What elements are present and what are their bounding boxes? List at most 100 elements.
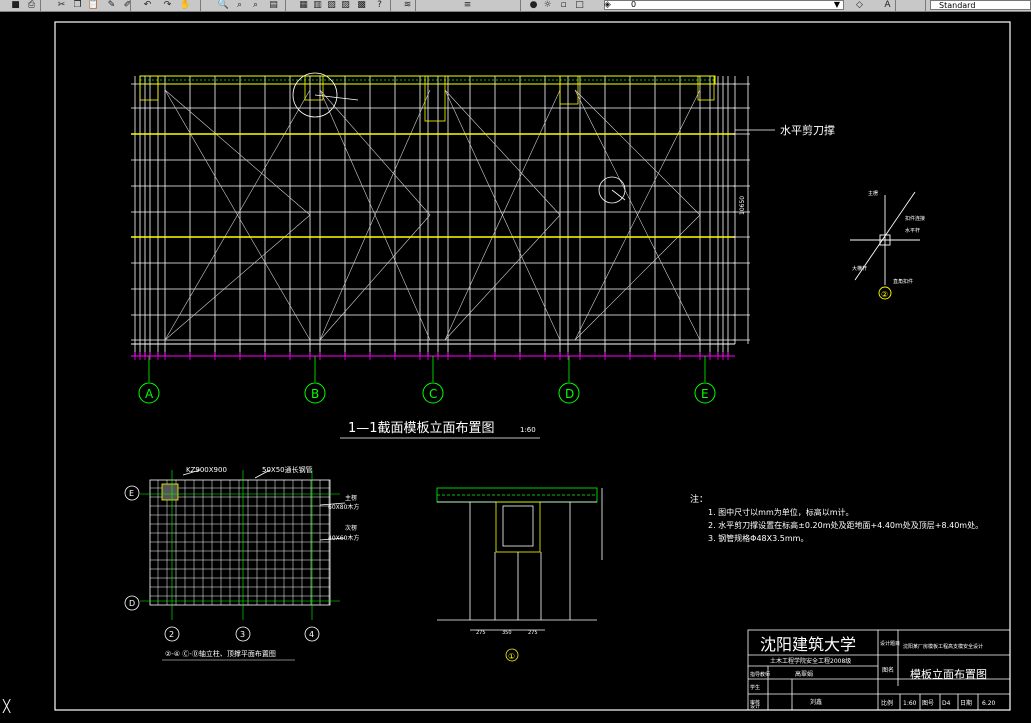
ucs-icon: ╳ — [3, 699, 11, 713]
axis-label: D — [565, 387, 574, 401]
plan-axis-label: E — [129, 489, 134, 498]
toolbar-separator — [520, 0, 521, 11]
toolbar-separator — [415, 0, 416, 11]
section-dim-text: 275 — [476, 630, 486, 636]
plan-column-label: KZ900X900 — [186, 466, 227, 474]
toolbar-separator — [390, 0, 391, 11]
row-label: 指导教师 — [750, 671, 770, 678]
plan-main-label: 主楞 — [345, 494, 357, 502]
text-style-icon[interactable]: A — [880, 0, 895, 11]
cut-icon[interactable]: ✂ — [54, 0, 69, 11]
zoom-previous-icon[interactable]: ⌕ — [248, 0, 263, 11]
section-dim-text: 275 — [528, 630, 538, 636]
vertical-dimension-text: 10650 — [739, 196, 746, 215]
sheet-info-cell: 日期 — [960, 699, 972, 707]
match-prop-icon[interactable]: ✎ — [104, 0, 119, 11]
axis-label: C — [429, 387, 437, 401]
school-name: 沈阳建筑大学 — [760, 635, 856, 654]
detail-2-label: 水平杆 — [905, 227, 920, 234]
plan-drawing — [140, 469, 346, 620]
zoom-realtime-icon[interactable]: 🔍 — [216, 0, 231, 11]
plot-icon[interactable]: ⎙ — [24, 0, 39, 11]
toolbar-separator — [40, 0, 41, 11]
diagonal-braces — [164, 89, 701, 341]
plan-axis-label: 4 — [309, 630, 314, 639]
plan-sec-label: 次楞 — [345, 524, 357, 532]
tool-palette-icon[interactable]: ▥ — [310, 0, 325, 11]
layer-dropdown[interactable]: 0 ▼ — [604, 0, 844, 10]
scaffold-poles — [134, 76, 729, 356]
toolbar-separator — [285, 0, 286, 11]
elevation-drawing — [131, 72, 775, 360]
toolbar-separator — [130, 0, 131, 11]
sheet-info-cell: 6.20 — [982, 700, 996, 707]
properties-icon[interactable]: ▤ — [266, 0, 281, 11]
elevation-title: 1—1截面模板立面布置图 — [348, 421, 495, 436]
detail-2-label: 大横杆 — [852, 265, 867, 272]
plan-axis-markers: E D 2 3 4 — [124, 485, 320, 642]
design-center-icon[interactable]: ▦ — [296, 0, 311, 11]
teacher-name: 高翠娟 — [795, 670, 813, 678]
horizontal-brace-label: 水平剪刀撑 — [780, 123, 835, 137]
detail-1-circle-label: ① — [508, 652, 515, 661]
layer-state-icon[interactable]: ≡ — [460, 0, 475, 11]
detail-2-labels: 主楞扣件连接水平杆大横杆直角扣件 — [852, 190, 925, 285]
pan-icon[interactable]: ✋ — [178, 0, 193, 11]
section-detail-1 — [436, 487, 603, 662]
undo-icon[interactable]: ↶ — [140, 0, 155, 11]
chevron-down-icon[interactable]: ▼ — [834, 0, 840, 10]
sheet-set-icon[interactable]: ▧ — [324, 0, 339, 11]
toolbar-separator — [895, 0, 896, 11]
brush-icon[interactable]: ✐ — [120, 0, 135, 11]
scaffold-ledgers — [131, 83, 735, 341]
note-line: 2. 水平剪刀撑设置在标高±0.20m处及距地面+4.40m处及顶层+8.40m… — [708, 520, 983, 530]
zoom-window-icon[interactable]: ⌕ — [232, 0, 247, 11]
notes-title: 注： — [690, 493, 708, 505]
detail-2-circle-label: ② — [881, 290, 888, 299]
row-label: 学生 — [750, 684, 760, 691]
student-name: 刘鑫 — [810, 698, 822, 706]
lock-icon[interactable]: ▫ — [556, 0, 571, 11]
note-line: 1. 图中尺寸以mm为单位，标高以m计。 — [708, 507, 854, 517]
calc-icon[interactable]: ▩ — [354, 0, 369, 11]
sheet-info-cell: 比例 — [881, 699, 893, 707]
text-style-value: Standard — [939, 1, 976, 10]
axis-label: E — [701, 387, 709, 401]
plan-sec-size: 40X60木方 — [328, 534, 359, 542]
save-icon[interactable]: ■ — [8, 0, 23, 11]
sheet-info-cell: 1:60 — [903, 700, 917, 707]
layer-dropdown-value: 0 — [631, 0, 637, 9]
bulb-icon[interactable]: ● — [526, 0, 541, 11]
plan-axis-label: 2 — [169, 630, 174, 639]
sun-icon[interactable]: ☼ — [540, 0, 555, 11]
sheet-info-cell: D4 — [942, 700, 951, 707]
sheet-info-cell: 图号 — [922, 700, 934, 707]
layer-next-icon[interactable]: ◇ — [852, 0, 867, 11]
toolbar-separator — [200, 0, 201, 11]
plan-beam-label: 50X50通长钢管 — [262, 465, 313, 474]
paste-icon[interactable]: 📋 — [86, 0, 101, 11]
plan-axis-label: D — [129, 599, 135, 608]
text-style-dropdown[interactable]: Standard — [930, 0, 1031, 10]
section-bottom-dims: 275 350 275 — [476, 630, 538, 636]
markup-icon[interactable]: ▨ — [338, 0, 353, 11]
section-dim-text: 350 — [502, 630, 512, 636]
copy-icon[interactable]: ❐ — [70, 0, 85, 11]
detail-2-label: 扣件连接 — [905, 215, 925, 222]
sheet-border — [54, 21, 1011, 711]
help-icon[interactable]: ? — [372, 0, 387, 11]
plan-main-size: 60X80木方 — [328, 503, 359, 511]
designer-label: 设计题目 — [880, 640, 900, 647]
drawing-label: 图名 — [882, 666, 894, 674]
drawing-name: 模板立面布置图 — [910, 667, 987, 681]
layer-prev-icon[interactable]: ◈ — [600, 0, 615, 11]
axis-label: B — [311, 387, 319, 401]
layer-manager-icon[interactable]: ≋ — [400, 0, 415, 11]
redo-icon[interactable]: ↷ — [160, 0, 175, 11]
note-line: 3. 钢管规格Φ48X3.5mm。 — [708, 533, 808, 543]
drawing-canvas[interactable]: 水平剪刀撑 10650 A B C D E 1—1截面模板立面布置图 1:60 主楞 扣件… — [0, 11, 1031, 719]
elevation-scale: 1:60 — [520, 426, 536, 434]
row-label: 设计 — [750, 703, 760, 710]
color-square-icon[interactable]: □ — [572, 0, 587, 11]
axis-label: A — [145, 387, 154, 401]
